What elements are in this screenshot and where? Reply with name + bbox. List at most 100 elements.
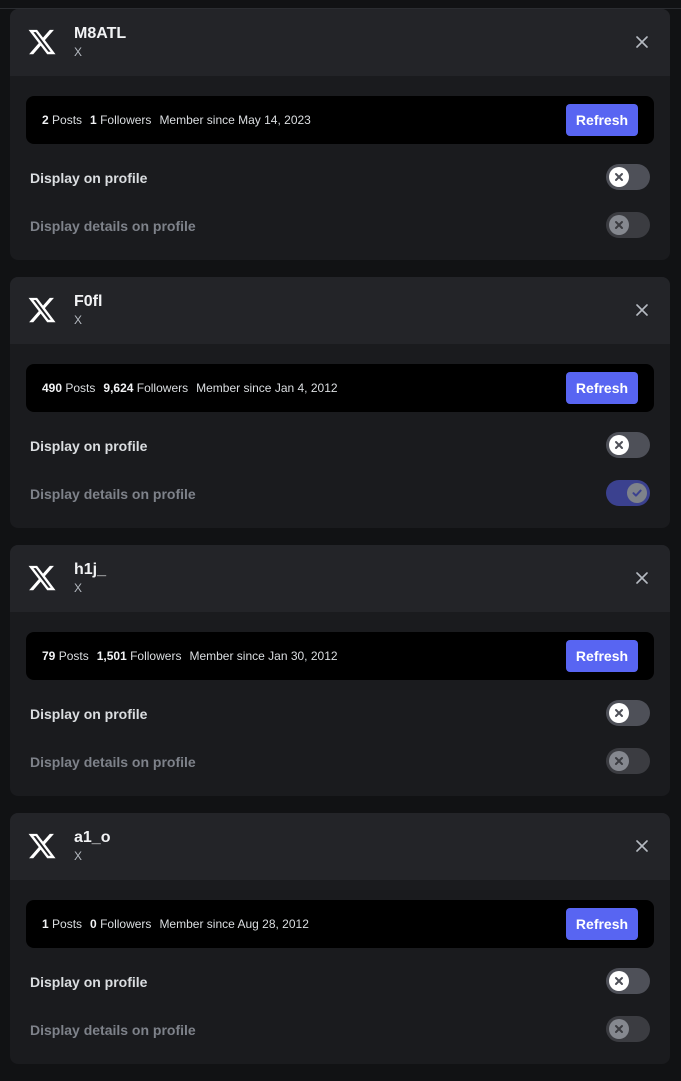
toggle-knob	[609, 435, 629, 455]
display-on-profile-row: Display on profile	[30, 163, 650, 193]
display-on-profile-row: Display on profile	[30, 431, 650, 461]
refresh-button[interactable]: Refresh	[566, 104, 638, 136]
toggle-knob	[609, 215, 629, 235]
connected-accounts-list: M8ATL X 2 Posts 1 Followers Member since…	[10, 9, 670, 1081]
close-icon	[636, 840, 648, 852]
posts-label: Posts	[65, 381, 96, 395]
display-details-row: Display details on profile	[30, 211, 650, 241]
top-divider	[0, 0, 681, 9]
account-header: F0fl X	[10, 277, 670, 344]
account-stats: 1 Posts 0 Followers Member since Aug 28,…	[42, 900, 317, 948]
followers-count: 0	[90, 917, 97, 931]
x-mark-icon	[615, 757, 623, 765]
display-details-toggle[interactable]	[606, 1016, 650, 1042]
refresh-button[interactable]: Refresh	[566, 640, 638, 672]
account-stats-bar: 79 Posts 1,501 Followers Member since Ja…	[26, 632, 654, 680]
followers-count: 1	[90, 113, 97, 127]
disconnect-button[interactable]	[632, 32, 652, 52]
x-mark-icon	[615, 1025, 623, 1033]
display-details-row: Display details on profile	[30, 479, 650, 509]
account-platform: X	[74, 45, 83, 59]
posts-count: 490	[42, 381, 63, 395]
display-details-toggle[interactable]	[606, 212, 650, 238]
posts-label: Posts	[52, 113, 83, 127]
display-details-row: Display details on profile	[30, 747, 650, 777]
x-mark-icon	[615, 709, 623, 717]
refresh-button[interactable]: Refresh	[566, 372, 638, 404]
account-stats: 490 Posts 9,624 Followers Member since J…	[42, 364, 346, 412]
toggle-knob	[609, 1019, 629, 1039]
display-on-profile-toggle[interactable]	[606, 164, 650, 190]
close-icon	[636, 304, 648, 316]
display-details-row: Display details on profile	[30, 1015, 650, 1045]
disconnect-button[interactable]	[632, 836, 652, 856]
account-stats: 79 Posts 1,501 Followers Member since Ja…	[42, 632, 346, 680]
x-mark-icon	[615, 173, 623, 181]
account-platform: X	[74, 849, 83, 863]
account-header: a1_o X	[10, 813, 670, 880]
followers-label: Followers	[130, 649, 182, 663]
account-header: M8ATL X	[10, 9, 670, 76]
display-on-profile-row: Display on profile	[30, 699, 650, 729]
check-icon	[632, 489, 642, 497]
display-on-profile-row: Display on profile	[30, 967, 650, 997]
connected-account-card: a1_o X 1 Posts 0 Followers Member since …	[10, 813, 670, 1064]
toggle-knob	[609, 703, 629, 723]
x-mark-icon	[615, 977, 623, 985]
x-logo-icon	[27, 831, 57, 861]
refresh-button[interactable]: Refresh	[566, 908, 638, 940]
display-on-profile-label: Display on profile	[30, 706, 148, 722]
display-details-label: Display details on profile	[30, 218, 196, 234]
display-on-profile-label: Display on profile	[30, 974, 148, 990]
x-mark-icon	[615, 221, 623, 229]
member-since: Member since Aug 28, 2012	[159, 917, 309, 931]
account-header: h1j_ X	[10, 545, 670, 612]
posts-count: 79	[42, 649, 56, 663]
followers-label: Followers	[100, 113, 152, 127]
display-on-profile-toggle[interactable]	[606, 432, 650, 458]
connected-account-card: M8ATL X 2 Posts 1 Followers Member since…	[10, 9, 670, 260]
member-since: Member since May 14, 2023	[159, 113, 311, 127]
close-icon	[636, 572, 648, 584]
posts-count: 2	[42, 113, 49, 127]
display-on-profile-label: Display on profile	[30, 170, 148, 186]
display-details-label: Display details on profile	[30, 754, 196, 770]
posts-count: 1	[42, 917, 49, 931]
toggle-knob	[609, 167, 629, 187]
display-on-profile-label: Display on profile	[30, 438, 148, 454]
account-stats-bar: 2 Posts 1 Followers Member since May 14,…	[26, 96, 654, 144]
account-username: h1j_	[74, 561, 107, 578]
account-platform: X	[74, 313, 83, 327]
account-stats-bar: 490 Posts 9,624 Followers Member since J…	[26, 364, 654, 412]
account-username: F0fl	[74, 293, 103, 310]
display-on-profile-toggle[interactable]	[606, 700, 650, 726]
followers-count: 1,501	[96, 649, 127, 663]
member-since: Member since Jan 30, 2012	[189, 649, 338, 663]
disconnect-button[interactable]	[632, 300, 652, 320]
x-logo-icon	[27, 295, 57, 325]
close-icon	[636, 36, 648, 48]
connected-account-card: F0fl X 490 Posts 9,624 Followers Member …	[10, 277, 670, 528]
display-details-label: Display details on profile	[30, 486, 196, 502]
posts-label: Posts	[58, 649, 89, 663]
followers-count: 9,624	[103, 381, 134, 395]
x-logo-icon	[27, 27, 57, 57]
account-username: a1_o	[74, 829, 111, 846]
account-platform: X	[74, 581, 83, 595]
display-details-toggle[interactable]	[606, 480, 650, 506]
x-logo-icon	[27, 563, 57, 593]
account-stats-bar: 1 Posts 0 Followers Member since Aug 28,…	[26, 900, 654, 948]
connected-account-card: h1j_ X 79 Posts 1,501 Followers Member s…	[10, 545, 670, 796]
toggle-knob	[609, 751, 629, 771]
member-since: Member since Jan 4, 2012	[196, 381, 338, 395]
account-stats: 2 Posts 1 Followers Member since May 14,…	[42, 96, 319, 144]
display-details-toggle[interactable]	[606, 748, 650, 774]
display-on-profile-toggle[interactable]	[606, 968, 650, 994]
account-username: M8ATL	[74, 25, 127, 42]
toggle-knob	[609, 971, 629, 991]
x-mark-icon	[615, 441, 623, 449]
followers-label: Followers	[100, 917, 152, 931]
display-details-label: Display details on profile	[30, 1022, 196, 1038]
disconnect-button[interactable]	[632, 568, 652, 588]
toggle-knob	[627, 483, 647, 503]
